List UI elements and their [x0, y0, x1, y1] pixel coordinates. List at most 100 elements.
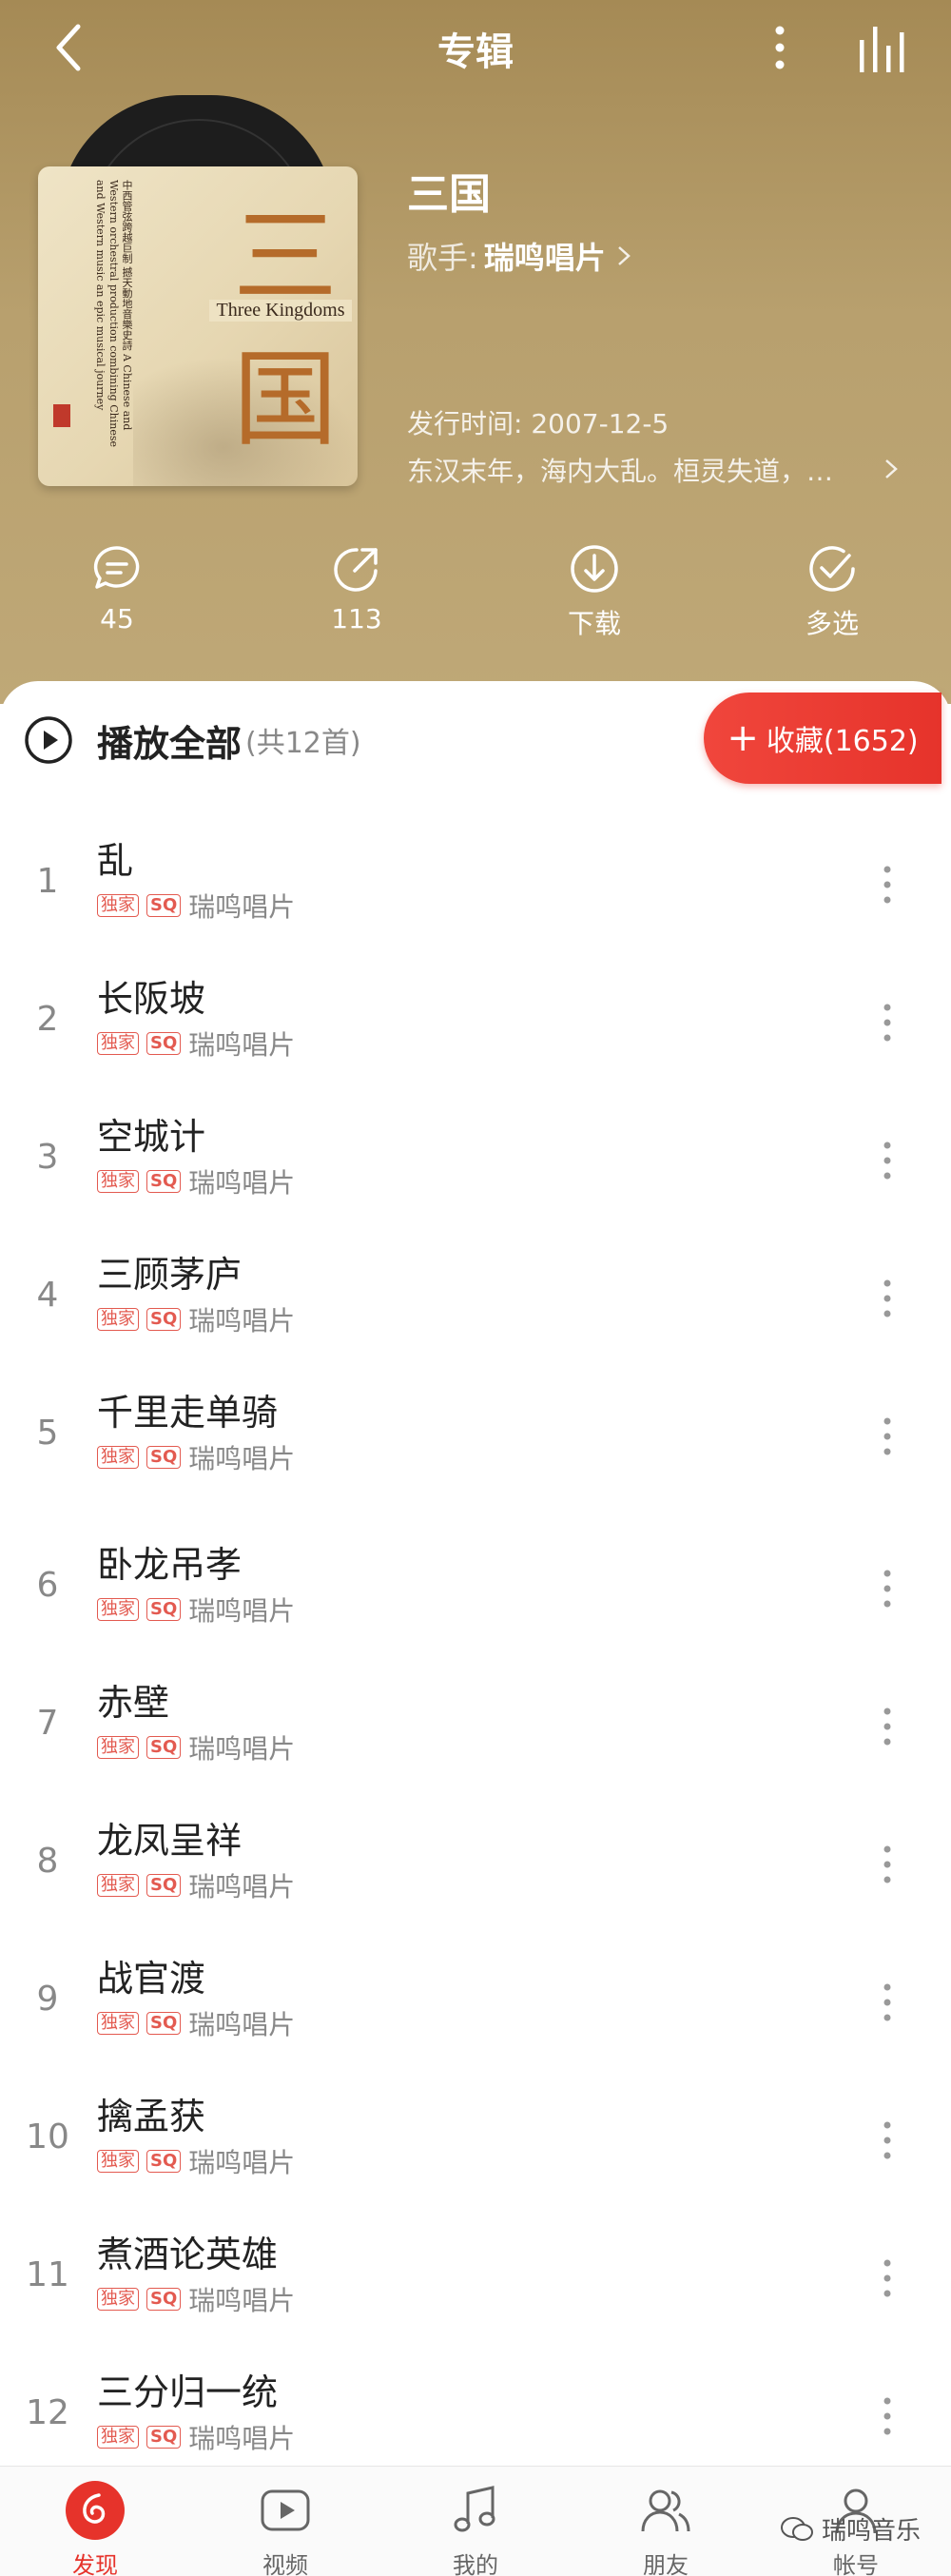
exclusive-badge: 独家 [97, 1446, 139, 1469]
exclusive-badge: 独家 [97, 1170, 139, 1193]
track-artist: 瑞鸣唱片 [188, 2147, 296, 2178]
download-label: 下载 [567, 608, 621, 639]
comment-button[interactable]: 45 [46, 542, 188, 634]
artist-link[interactable]: 歌手: 瑞鸣唱片 [407, 234, 632, 278]
track-row[interactable]: 1 乱独家 SQ 瑞鸣唱片 [0, 818, 951, 951]
album-cover[interactable]: 中西管弦跨越巨制 撼天動地音樂史詩 A Chinese and Western … [38, 166, 358, 486]
track-title: 千里走单骑 [97, 1392, 279, 1434]
collect-button[interactable]: + 收藏(1652) [704, 693, 941, 784]
sq-badge: SQ [146, 2012, 182, 2035]
track-artist: 瑞鸣唱片 [188, 1443, 296, 1474]
more-vertical-icon[interactable] [873, 1698, 902, 1755]
multiselect-icon [809, 546, 855, 592]
track-row[interactable]: 12 三分归一统 独家 SQ 瑞鸣唱片 [0, 2350, 951, 2483]
exclusive-badge: 独家 [97, 2426, 139, 2449]
nav-account-label: 帐号 [833, 2552, 879, 2576]
nav-discover-label: 发现 [72, 2552, 118, 2576]
album-description[interactable]: 东汉末年，海内大乱。桓灵失道，… [407, 451, 873, 489]
exclusive-badge: 独家 [97, 1598, 139, 1621]
track-row[interactable]: 9 战官渡 独家 SQ 瑞鸣唱片 [0, 1936, 951, 2069]
track-row[interactable]: 8 龙凤呈祥独家 SQ 瑞鸣唱片 [0, 1798, 951, 1931]
artist-prefix: 歌手: [407, 240, 478, 276]
more-vertical-icon[interactable] [873, 1270, 902, 1327]
cover-stamp [53, 404, 70, 427]
multiselect-button[interactable]: 多选 [761, 542, 903, 641]
sq-badge: SQ [146, 2426, 182, 2449]
track-title: 赤壁 [97, 1682, 170, 1724]
track-row[interactable]: 4 三顾茅庐 独家 SQ 瑞鸣唱片 [0, 1232, 951, 1365]
track-row[interactable]: 11 煮酒论英雄 独家 SQ 瑞鸣唱片 [0, 2212, 951, 2345]
track-title: 空城计 [97, 1116, 206, 1158]
multiselect-label: 多选 [805, 608, 859, 639]
download-icon [571, 545, 618, 593]
track-number: 8 [36, 1842, 59, 1881]
more-vertical-icon[interactable] [873, 1408, 902, 1465]
page-title: 专辑 [437, 30, 514, 74]
track-meta: 独家 SQ 瑞鸣唱片 [97, 1162, 295, 1200]
more-vertical-icon[interactable] [873, 1132, 902, 1189]
track-row[interactable]: 2 长阪坡 独家 SQ 瑞鸣唱片 [0, 956, 951, 1089]
collect-label: 收藏(1652) [766, 725, 919, 758]
share-count: 113 [331, 603, 382, 634]
track-row[interactable]: 6 卧龙吊孝 独家 SQ 瑞鸣唱片 [0, 1522, 951, 1655]
play-all-button[interactable]: 播放全部 (共12首) [23, 704, 361, 776]
track-title: 长阪坡 [97, 978, 206, 1020]
share-button[interactable]: 113 [285, 542, 428, 634]
track-number: 2 [36, 1000, 59, 1039]
sq-badge: SQ [146, 894, 182, 917]
more-vertical-icon[interactable] [873, 1974, 902, 2031]
track-row[interactable]: 3 空城计 独家 SQ 瑞鸣唱片 [0, 1094, 951, 1227]
exclusive-badge: 独家 [97, 1874, 139, 1897]
sq-badge: SQ [146, 1446, 182, 1469]
now-playing-icon[interactable] [856, 21, 913, 74]
track-row[interactable]: 7 赤壁 独家 SQ 瑞鸣唱片 [0, 1660, 951, 1793]
exclusive-badge: 独家 [97, 2012, 139, 2035]
chevron-right-icon [617, 246, 631, 265]
nav-discover[interactable]: 发现 [0, 2480, 190, 2576]
plus-icon: + [727, 716, 759, 760]
track-meta: 独家 SQ 瑞鸣唱片 [97, 1300, 295, 1338]
exclusive-badge: 独家 [97, 894, 139, 917]
track-artist: 瑞鸣唱片 [188, 1733, 296, 1765]
chevron-right-icon[interactable] [883, 455, 900, 483]
track-meta: 独家 SQ 瑞鸣唱片 [97, 2142, 295, 2180]
track-number: 5 [36, 1414, 59, 1453]
track-artist: 瑞鸣唱片 [188, 1595, 296, 1627]
download-button[interactable]: 下载 [523, 542, 666, 641]
more-vertical-icon[interactable] [873, 1836, 902, 1893]
nav-mine[interactable]: 我的 [380, 2480, 571, 2576]
friends-icon [641, 2489, 690, 2532]
track-artist: 瑞鸣唱片 [188, 1871, 296, 1903]
cover-english-title: Three Kingdoms [209, 300, 352, 322]
more-vertical-icon[interactable] [873, 2388, 902, 2445]
track-row[interactable]: 10 擒孟获 独家 SQ 瑞鸣唱片 [0, 2074, 951, 2207]
nav-friends[interactable]: 朋友 [571, 2480, 761, 2576]
track-title: 三分归一统 [97, 2371, 279, 2413]
track-title: 卧龙吊孝 [97, 1544, 243, 1586]
sq-badge: SQ [146, 1170, 182, 1193]
track-number: 7 [36, 1704, 59, 1743]
track-title: 龙凤呈祥 [97, 1820, 243, 1862]
track-row[interactable]: 5 千里走单骑独家 SQ 瑞鸣唱片 [0, 1370, 951, 1503]
music-note-icon [454, 2486, 495, 2532]
comment-icon [93, 546, 140, 589]
more-vertical-icon[interactable] [873, 1560, 902, 1617]
more-vertical-icon[interactable] [873, 2250, 902, 2307]
sq-badge: SQ [146, 1308, 182, 1331]
more-vertical-icon[interactable] [761, 17, 799, 78]
track-meta: 独家 SQ 瑞鸣唱片 [97, 1866, 295, 1904]
sq-badge: SQ [146, 1032, 182, 1055]
artist-name: 瑞鸣唱片 [483, 240, 606, 276]
play-circle-icon [25, 716, 72, 764]
sq-badge: SQ [146, 2288, 182, 2311]
nav-video[interactable]: 视频 [190, 2480, 380, 2576]
track-meta: 独家 SQ 瑞鸣唱片 [97, 2004, 295, 2042]
top-bar: 专辑 [0, 0, 951, 95]
track-title: 擒孟获 [97, 2096, 206, 2137]
more-vertical-icon[interactable] [873, 856, 902, 913]
more-vertical-icon[interactable] [873, 2112, 902, 2169]
action-bar: 45 113 下载 多选 [0, 542, 951, 656]
watermark-text: 瑞鸣音乐 [822, 2517, 922, 2546]
wechat-icon [781, 2516, 813, 2541]
more-vertical-icon[interactable] [873, 994, 902, 1051]
